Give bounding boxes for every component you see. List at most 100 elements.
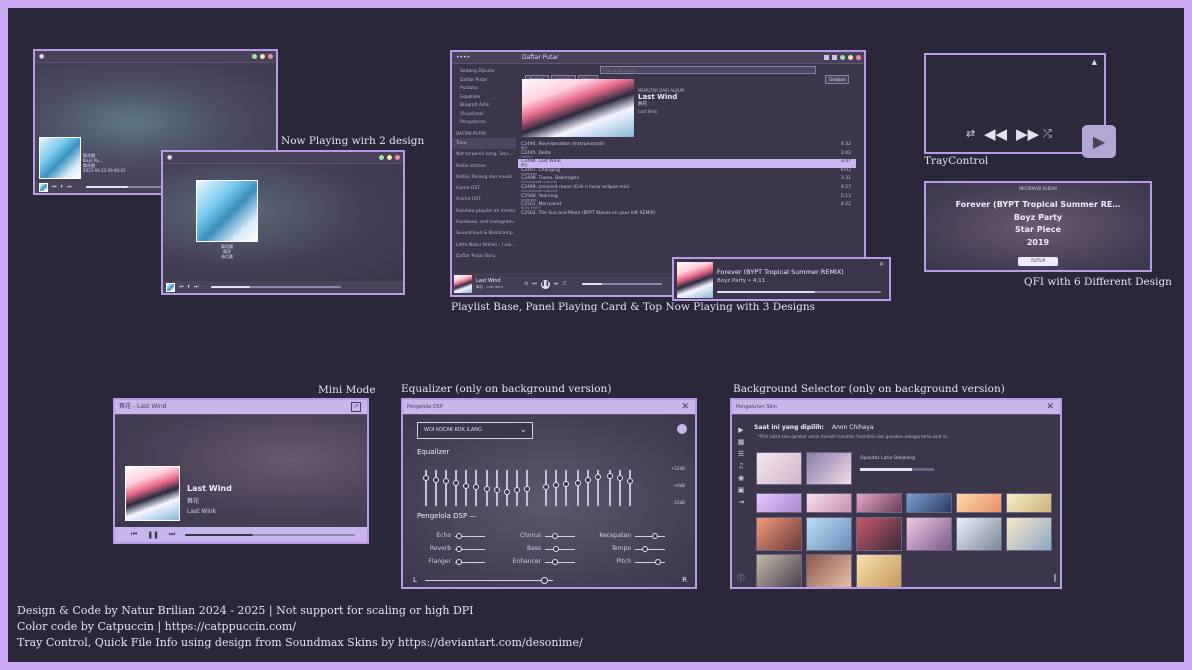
list-icon[interactable]: ☰ [737,450,745,458]
sort-button[interactable]: Urutkan [825,75,850,84]
sidebar-item-now-playing[interactable]: Sedang Diputar [452,68,516,77]
skin-thumbnail[interactable] [806,452,852,485]
eq-band-knob[interactable] [553,482,559,488]
eq-band-knob[interactable] [524,485,530,492]
close-icon[interactable]: ✕ [1046,400,1054,414]
eq-band-knob[interactable] [627,477,633,484]
prev-icon[interactable]: ⏮ [532,281,537,287]
minimize-icon[interactable] [840,55,845,60]
toggle-icon[interactable] [677,424,687,434]
opacity-slider[interactable] [860,468,934,471]
title-bar[interactable]: Pengelola DSP ✕ [403,400,695,415]
next-icon[interactable]: ⏭ [194,284,199,290]
dsp-slider-bass[interactable] [545,546,575,552]
eq-band-knob[interactable] [585,476,591,483]
dsp-slider-pitch[interactable] [635,559,665,565]
playlist-item[interactable]: Random playlist ah mnme... [452,206,516,217]
close-icon[interactable] [268,54,273,59]
play-icon[interactable]: ▶ [737,426,745,434]
playlist-item[interactable]: Facebook, and Instagram... [452,217,516,228]
skin-thumbnail[interactable] [956,517,1002,551]
dsp-slider-kecepatan[interactable] [635,533,665,539]
maximize-icon[interactable] [260,54,265,59]
sidebar-item-equalizer[interactable]: Equalizer [452,94,516,103]
dsp-slider-echo[interactable] [455,533,485,539]
play-icon[interactable]: ⏵ [188,284,191,290]
skin-thumbnail[interactable] [806,493,852,513]
eq-band-slider[interactable] [575,470,581,506]
title-bar[interactable]: 舞花 - Last Wind ↗ [115,400,367,415]
eq-band-slider[interactable] [543,470,549,506]
skin-thumbnail[interactable] [806,517,852,551]
eq-band-knob[interactable] [473,483,479,490]
eq-band-knob[interactable] [504,488,510,495]
sidebar-item-settings[interactable]: Pengaturan [452,119,516,128]
title-bar[interactable]: ● [35,51,276,63]
skin-thumbnail[interactable] [756,452,802,485]
eq-band-knob[interactable] [617,475,623,482]
minimize-icon[interactable] [379,155,384,160]
eq-band-knob[interactable] [463,482,469,489]
tray-play-button[interactable]: ▶ [1082,125,1116,158]
balance-knob[interactable] [541,577,549,584]
eq-band-knob[interactable] [433,476,439,483]
progress-bar[interactable] [210,286,341,288]
eq-band-slider[interactable] [473,470,479,506]
repeat-icon[interactable]: ⇄ [966,127,975,140]
exit-icon[interactable]: ⇥ [737,498,745,506]
eq-band-slider[interactable] [433,470,439,506]
eq-band-knob[interactable] [563,481,569,488]
next-icon[interactable]: ⏭ [554,281,559,287]
prev-icon[interactable]: ⏮ [131,530,137,539]
eq-band-knob[interactable] [607,473,613,479]
eq-band-knob[interactable] [543,484,549,491]
eq-band-slider[interactable] [585,470,591,506]
eq-band-knob[interactable] [595,474,601,481]
qfi-close-button[interactable]: TUTUP [1018,257,1058,266]
bell-icon[interactable]: ♫ [737,462,745,470]
sidebar-item-visualization[interactable]: Visualisasi [452,111,516,120]
close-icon[interactable]: ✕ [681,400,689,414]
minimize-icon[interactable] [252,54,257,59]
dsp-slider-enhancer[interactable] [545,559,575,565]
maximize-icon[interactable] [848,55,853,60]
sidebar-item-playlist[interactable]: Daftar Putar [452,77,516,86]
skin-thumbnail[interactable] [906,517,952,551]
sidebar-item-library[interactable]: Pustaka [452,85,516,94]
eq-band-slider[interactable] [595,470,601,506]
skin-thumbnail[interactable] [756,493,802,513]
eq-band-slider[interactable] [553,470,559,506]
prev-icon[interactable]: ⏮ [52,184,57,190]
skin-thumbnail[interactable] [906,493,952,513]
maximize-icon[interactable] [387,155,392,160]
eq-band-slider[interactable] [463,470,469,506]
eq-band-slider[interactable] [494,470,500,506]
image-icon[interactable]: ▣ [737,486,745,494]
sidebar-item-artist-bio[interactable]: Biografi Artis [452,102,516,111]
play-icon[interactable]: ⏵ [61,184,64,190]
eq-band-knob[interactable] [494,487,500,494]
eq-band-knob[interactable] [575,479,581,486]
progress-bar[interactable] [185,533,356,536]
playlist-item[interactable]: Tune [452,138,516,150]
fast-forward-icon[interactable]: ▶▶ [1016,125,1039,143]
pin-icon[interactable] [832,55,837,60]
next-icon[interactable]: ⏭ [67,184,72,190]
repeat-icon[interactable]: ⟲ [524,281,528,287]
playlist-item[interactable]: Daftar Putar Baru [452,251,516,262]
eq-band-slider[interactable] [524,470,530,506]
eq-band-knob[interactable] [423,475,429,482]
dsp-slider-chorus[interactable] [545,533,575,539]
eq-band-slider[interactable] [484,470,490,506]
balance-slider[interactable] [425,580,553,581]
dsp-knob[interactable] [651,533,658,539]
skin-thumbnail[interactable] [756,517,802,551]
grid-icon[interactable]: ▦ [737,438,745,446]
playlist-item[interactable]: Soundcloud & Bandcamp [452,228,516,239]
eq-band-slider[interactable] [617,470,623,506]
scrollbar[interactable] [1054,574,1056,582]
rewind-icon[interactable]: ◀◀ [984,125,1007,143]
info-icon[interactable]: ⓘ [737,574,745,582]
eq-band-slider[interactable] [504,470,510,506]
skin-thumbnail[interactable] [806,554,852,587]
